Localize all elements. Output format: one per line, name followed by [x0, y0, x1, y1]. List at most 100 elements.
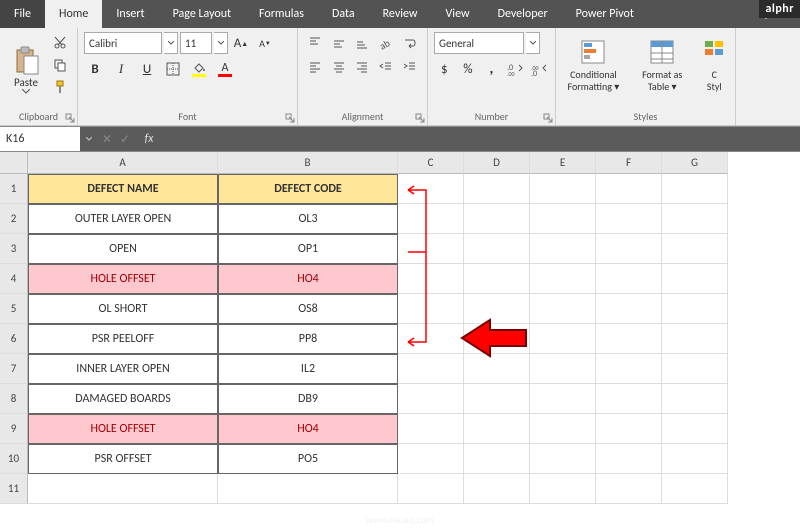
align-bottom-button[interactable]	[352, 32, 374, 54]
formula-input[interactable]	[164, 127, 800, 151]
cell-A7[interactable]: INNER LAYER OPEN	[28, 354, 218, 384]
cell-E2[interactable]	[530, 204, 596, 234]
dialog-launcher-icon[interactable]	[285, 113, 295, 123]
cell-D2[interactable]	[464, 204, 530, 234]
cell-G5[interactable]	[662, 294, 728, 324]
cell-F8[interactable]	[596, 384, 662, 414]
cell-G8[interactable]	[662, 384, 728, 414]
percent-format-button[interactable]: %	[458, 58, 479, 80]
cell-G6[interactable]	[662, 324, 728, 354]
cell-B8[interactable]: DB9	[218, 384, 398, 414]
cell-C1[interactable]	[398, 174, 464, 204]
row-header-1[interactable]: 1	[0, 174, 28, 204]
align-middle-button[interactable]	[328, 32, 350, 54]
cell-C9[interactable]	[398, 414, 464, 444]
cell-C2[interactable]	[398, 204, 464, 234]
align-center-button[interactable]	[328, 56, 350, 78]
tab-review[interactable]: Review	[369, 0, 432, 28]
cell-C4[interactable]	[398, 264, 464, 294]
column-header-E[interactable]: E	[530, 152, 596, 174]
cell-A10[interactable]: PSR OFFSET	[28, 444, 218, 474]
cell-B7[interactable]: IL2	[218, 354, 398, 384]
cell-F7[interactable]	[596, 354, 662, 384]
cell-G10[interactable]	[662, 444, 728, 474]
row-header-6[interactable]: 6	[0, 324, 28, 354]
comma-format-button[interactable]: ,	[481, 58, 502, 80]
dialog-launcher-icon[interactable]	[65, 113, 75, 123]
decrease-font-button[interactable]: A▼	[254, 32, 276, 54]
font-name-select[interactable]: Calibri	[84, 32, 162, 54]
cell-E11[interactable]	[530, 474, 596, 504]
cell-E9[interactable]	[530, 414, 596, 444]
cell-G2[interactable]	[662, 204, 728, 234]
cell-C5[interactable]	[398, 294, 464, 324]
tab-home[interactable]: Home	[45, 0, 102, 28]
column-header-B[interactable]: B	[218, 152, 398, 174]
cell-E10[interactable]	[530, 444, 596, 474]
conditional-formatting-button[interactable]: Conditional Formatting ▾	[562, 32, 625, 100]
cell-styles-button[interactable]: C Styl	[700, 32, 729, 100]
cell-G4[interactable]	[662, 264, 728, 294]
cell-B3[interactable]: OP1	[218, 234, 398, 264]
italic-button[interactable]: I	[110, 58, 132, 80]
font-size-dropdown[interactable]	[214, 32, 228, 54]
cell-E4[interactable]	[530, 264, 596, 294]
font-size-select[interactable]: 11	[180, 32, 212, 54]
cell-A3[interactable]: OPEN	[28, 234, 218, 264]
increase-font-button[interactable]: A▲	[230, 32, 252, 54]
fill-color-button[interactable]	[188, 58, 210, 80]
cell-D9[interactable]	[464, 414, 530, 444]
cell-F10[interactable]	[596, 444, 662, 474]
cell-C11[interactable]	[398, 474, 464, 504]
cell-B4[interactable]: HO4	[218, 264, 398, 294]
font-name-dropdown[interactable]	[164, 32, 178, 54]
cell-B5[interactable]: OS8	[218, 294, 398, 324]
cell-E7[interactable]	[530, 354, 596, 384]
cell-A4[interactable]: HOLE OFFSET	[28, 264, 218, 294]
dialog-launcher-icon[interactable]	[415, 113, 425, 123]
cell-F5[interactable]	[596, 294, 662, 324]
cell-D5[interactable]	[464, 294, 530, 324]
name-box[interactable]: K16	[0, 127, 80, 151]
dialog-launcher-icon[interactable]	[543, 113, 553, 123]
cell-A6[interactable]: PSR PEELOFF	[28, 324, 218, 354]
format-as-table-button[interactable]: Format as Table ▾	[631, 32, 694, 100]
cell-F3[interactable]	[596, 234, 662, 264]
name-box-dropdown[interactable]	[80, 127, 98, 151]
cell-E3[interactable]	[530, 234, 596, 264]
cell-C3[interactable]	[398, 234, 464, 264]
column-header-D[interactable]: D	[464, 152, 530, 174]
cell-F4[interactable]	[596, 264, 662, 294]
align-right-button[interactable]	[352, 56, 374, 78]
cell-B9[interactable]: HO4	[218, 414, 398, 444]
cell-E1[interactable]	[530, 174, 596, 204]
tab-file[interactable]: File	[0, 0, 45, 28]
select-all-corner[interactable]	[0, 152, 28, 174]
cell-E8[interactable]	[530, 384, 596, 414]
cell-A2[interactable]: OUTER LAYER OPEN	[28, 204, 218, 234]
cell-E5[interactable]	[530, 294, 596, 324]
cell-D10[interactable]	[464, 444, 530, 474]
column-header-A[interactable]: A	[28, 152, 218, 174]
bold-button[interactable]: B	[84, 58, 106, 80]
decrease-indent-button[interactable]	[375, 56, 397, 78]
cell-F1[interactable]	[596, 174, 662, 204]
cell-C10[interactable]	[398, 444, 464, 474]
cell-A5[interactable]: OL SHORT	[28, 294, 218, 324]
align-top-button[interactable]	[304, 32, 326, 54]
tab-page-layout[interactable]: Page Layout	[159, 0, 245, 28]
cell-B2[interactable]: OL3	[218, 204, 398, 234]
increase-decimal-button[interactable]: .0.00	[505, 58, 526, 80]
cell-C8[interactable]	[398, 384, 464, 414]
cell-C7[interactable]	[398, 354, 464, 384]
cell-G9[interactable]	[662, 414, 728, 444]
fx-button[interactable]: fx	[134, 127, 164, 151]
cell-A11[interactable]	[28, 474, 218, 504]
cell-D1[interactable]	[464, 174, 530, 204]
cell-B6[interactable]: PP8	[218, 324, 398, 354]
accounting-format-button[interactable]: $	[434, 58, 455, 80]
font-color-button[interactable]: A	[214, 58, 236, 80]
column-header-G[interactable]: G	[662, 152, 728, 174]
cell-F11[interactable]	[596, 474, 662, 504]
orientation-button[interactable]: ab	[375, 32, 397, 54]
